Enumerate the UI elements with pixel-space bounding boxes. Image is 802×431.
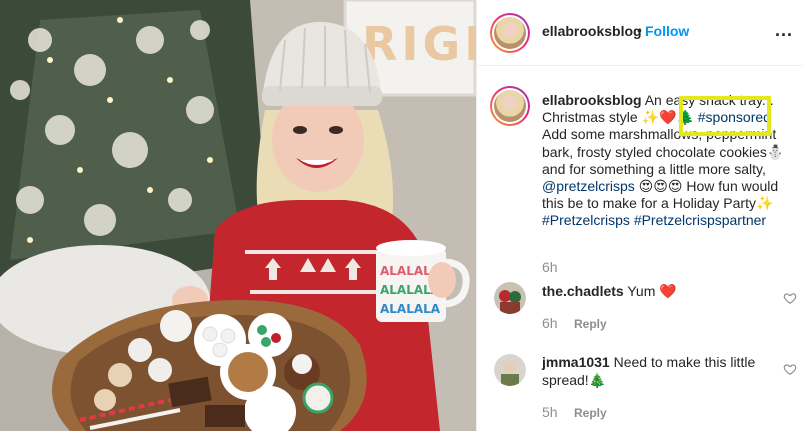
comment-username[interactable]: the.chadlets <box>542 283 624 299</box>
caption-text-3: and for something a little more salty, <box>542 160 766 177</box>
comment-jmma1031: jmma1031 Need to make this little spread… <box>542 353 757 389</box>
caption-timestamp[interactable]: 6h <box>542 259 558 275</box>
more-options-icon[interactable]: ... <box>773 18 795 42</box>
caption-emoji-4: ✨ <box>756 195 774 212</box>
hashtag-pretzelcrispspartner[interactable]: #Pretzelcrispspartner <box>634 212 766 228</box>
comment-avatar-jmma1031[interactable] <box>494 354 526 386</box>
comment-username[interactable]: jmma1031 <box>542 354 610 370</box>
like-heart-icon[interactable] <box>783 291 797 305</box>
comment-timestamp[interactable]: 5h <box>542 404 558 420</box>
comment-avatar-the-chadlets[interactable] <box>494 282 526 314</box>
comment-the-chadlets: the.chadlets Yum ❤️ <box>542 282 762 300</box>
post-photo[interactable]: RIGH <box>0 0 476 431</box>
reply-button[interactable]: Reply <box>574 317 607 331</box>
caption-avatar[interactable] <box>490 86 530 126</box>
caption-username[interactable]: ellabrooksblog <box>542 92 642 108</box>
hashtag-sponsored[interactable]: #sponsored <box>698 109 771 125</box>
follow-button[interactable]: Follow <box>645 23 689 39</box>
caption-text-2: Add some marshmallows, peppermint bark, … <box>542 126 777 160</box>
comment-body: Yum ❤️ <box>623 283 677 299</box>
mug-text-3: ALALALA <box>380 302 441 316</box>
wall-sign-text: RIGH <box>362 17 476 71</box>
reply-button[interactable]: Reply <box>574 406 607 420</box>
caption-emoji-3: 😍😍😍 <box>634 178 683 195</box>
header-username[interactable]: ellabrooksblog <box>542 23 642 39</box>
hashtag-pretzelcrisps[interactable]: #Pretzelcrisps <box>542 212 630 228</box>
post-header: ellabrooksblog • Follow ... <box>477 0 802 66</box>
caption-emoji-1: ✨❤️🌲 <box>641 109 694 126</box>
like-heart-icon[interactable] <box>783 362 797 376</box>
photo-illustration: RIGH <box>0 0 476 431</box>
header-avatar[interactable] <box>490 13 530 53</box>
post-detail-panel: ellabrooksblog • Follow ... ellabrooksbl… <box>476 0 802 431</box>
mention-pretzelcrisps[interactable]: @pretzelcrisps <box>542 178 635 194</box>
post-caption: ellabrooksblog An easy snack tray... Chr… <box>542 92 790 230</box>
header-separator: • <box>637 22 642 38</box>
caption-emoji-2: ⛄ <box>766 143 785 160</box>
comment-timestamp[interactable]: 6h <box>542 315 558 331</box>
